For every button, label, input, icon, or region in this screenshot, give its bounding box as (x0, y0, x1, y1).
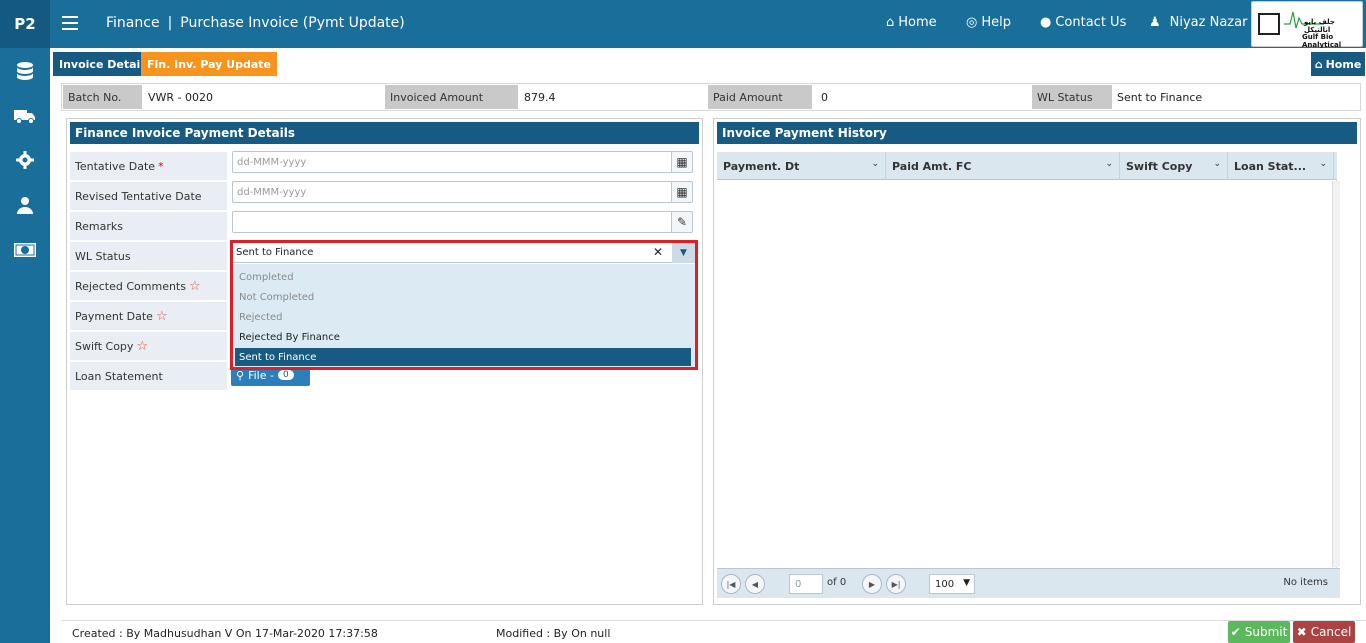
next-page-icon[interactable]: ▶ (862, 574, 882, 594)
created-info: Created : By Madhusudhan V On 17-Mar-202… (72, 627, 378, 640)
invoiced-amount-label: Invoiced Amount (385, 85, 518, 109)
dropdown-arrow-icon: ▼ (963, 578, 970, 588)
wl-status-value: Sent to Finance (1117, 90, 1203, 104)
file-count-badge: 0 (277, 370, 294, 380)
wl-status-combobox[interactable]: Sent to Finance (233, 243, 695, 263)
column-paid-amt-fc[interactable]: Paid Amt. FC ⌄ (886, 152, 1120, 180)
wl-status-field-label: WL Status (70, 242, 227, 270)
star-icon: ☆ (188, 278, 201, 294)
loan-statement-label: Loan Statement (70, 362, 227, 390)
gear-icon[interactable] (13, 149, 37, 171)
last-page-icon[interactable]: ▶| (886, 574, 906, 594)
check-icon: ✔ (1230, 625, 1241, 639)
paid-amount-label: Paid Amount (708, 85, 812, 109)
home-button[interactable]: ⌂ Home (1311, 52, 1365, 76)
batch-value: VWR - 0020 (148, 90, 214, 104)
history-grid-body (717, 180, 1337, 568)
nav-user[interactable]: ♟ Niyaz Nazar (1149, 15, 1247, 30)
column-swift-copy[interactable]: Swift Copy ⌄ (1120, 152, 1228, 180)
breadcrumb: Finance | Purchase Invoice (Pymt Update) (106, 15, 405, 31)
submit-button[interactable]: ✔ Submit (1228, 621, 1290, 643)
footer: Created : By Madhusudhan V On 17-Mar-202… (61, 620, 1366, 643)
logo-mark-icon (1258, 13, 1280, 35)
dropdown-arrow-icon[interactable]: ▼ (672, 243, 695, 263)
no-items-label: No items (1283, 577, 1328, 588)
paid-amount-value: 0 (821, 90, 828, 104)
wl-status-label: WL Status (1032, 85, 1112, 109)
remarks-label: Remarks (70, 212, 227, 240)
breadcrumb-page: Purchase Invoice (Pymt Update) (180, 15, 405, 31)
calendar-icon[interactable]: ▦ (671, 151, 693, 173)
payment-date-label: Payment Date ☆ (70, 302, 227, 330)
calendar-icon[interactable]: ▦ (671, 181, 693, 203)
tab-fin-inv-pay-update[interactable]: Fin. Inv. Pay Update (141, 52, 278, 76)
wl-status-dropdown: Sent to Finance ✕ ▼ Completed Not Comple… (230, 240, 698, 370)
chevron-down-icon[interactable]: ⌄ (871, 159, 879, 169)
revised-date-label: Revised Tentative Date (70, 182, 227, 210)
option-sent-to-finance[interactable]: Sent to Finance (235, 348, 691, 366)
option-rejected[interactable]: Rejected (235, 308, 691, 326)
batch-label: Batch No. (63, 85, 142, 109)
column-loan-stat[interactable]: Loan Stat... ⌄ (1228, 152, 1334, 180)
user-icon: ♟ (1149, 15, 1161, 30)
user-profile-icon[interactable] (13, 194, 37, 216)
star-icon: ☆ (136, 338, 149, 354)
option-not-completed[interactable]: Not Completed (235, 288, 691, 306)
invoiced-amount-value: 879.4 (524, 90, 556, 104)
required-mark: * (158, 159, 164, 173)
logo-arabic-text: جلف بايو انالتيكل (1304, 18, 1335, 34)
logo-english-text: Gulf Bio Analytical (1302, 33, 1342, 49)
summary-bar: Batch No. VWR - 0020 Invoiced Amount 879… (61, 83, 1361, 111)
clear-icon[interactable]: ✕ (653, 245, 663, 259)
rejected-comments-label: Rejected Comments ☆ (70, 272, 227, 300)
nav-help[interactable]: ◎ Help (966, 15, 1011, 30)
remarks-input[interactable] (232, 211, 673, 233)
lifebuoy-icon: ◎ (966, 15, 978, 30)
page-size-select[interactable]: 100 ▼ (929, 574, 975, 594)
first-page-icon[interactable]: |◀ (721, 574, 741, 594)
nav-home[interactable]: ⌂ Home (886, 15, 937, 30)
chevron-down-icon[interactable]: ⌄ (1319, 159, 1327, 169)
column-payment-dt[interactable]: Payment. Dt ⌄ (717, 152, 886, 180)
pencil-icon[interactable]: ✎ (671, 211, 693, 233)
payment-history-panel: Invoice Payment History Payment. Dt ⌄ Pai… (713, 118, 1361, 605)
breadcrumb-module[interactable]: Finance (106, 15, 160, 31)
money-icon[interactable] (13, 239, 37, 261)
chat-icon: ● (1040, 15, 1052, 30)
tentative-date-input[interactable]: dd-MMM-yyyy (232, 151, 673, 173)
tentative-date-label: Tentative Date * (70, 152, 227, 180)
nav-contact[interactable]: ● Contact Us (1040, 15, 1126, 30)
chevron-down-icon[interactable]: ⌄ (1213, 159, 1221, 169)
breadcrumb-separator: | (167, 15, 173, 31)
prev-page-icon[interactable]: ◀ (745, 574, 765, 594)
company-logo: جلف بايو انالتيكل Gulf Bio Analytical (1251, 1, 1363, 49)
main-content: Invoice Details Fin. Inv. Pay Update ⌂ Ho… (50, 48, 1366, 643)
hamburger-menu-icon[interactable] (62, 14, 78, 32)
payment-details-title: Finance Invoice Payment Details (70, 122, 699, 144)
payment-history-title: Invoice Payment History (717, 122, 1357, 144)
wl-status-options: Completed Not Completed Rejected Rejecte… (233, 264, 695, 367)
truck-icon[interactable] (13, 105, 37, 127)
home-icon: ⌂ (1314, 57, 1323, 71)
cancel-button[interactable]: ✖ Cancel (1293, 621, 1355, 643)
option-rejected-by-finance[interactable]: Rejected By Finance (235, 328, 691, 346)
close-icon: ✖ (1296, 625, 1307, 639)
grid-scrollbar[interactable] (1332, 181, 1340, 567)
revised-date-input[interactable]: dd-MMM-yyyy (232, 181, 673, 203)
chevron-down-icon[interactable]: ⌄ (1105, 159, 1113, 169)
page-of-label: of 0 (827, 577, 847, 588)
database-icon[interactable] (13, 60, 37, 82)
top-header: P2 Finance | Purchase Invoice (Pymt Update… (0, 0, 1366, 49)
home-icon: ⌂ (886, 15, 895, 30)
paperclip-icon: ⚲ (236, 368, 245, 382)
star-icon: ☆ (155, 308, 168, 324)
grid-pager: |◀ ◀ 0 of 0 ▶ ▶| 100 ▼ No items (717, 568, 1340, 598)
modified-info: Modified : By On null (496, 627, 611, 640)
history-grid-header: Payment. Dt ⌄ Paid Amt. FC ⌄ Swift Copy ⌄ L… (717, 152, 1337, 180)
sidebar (0, 48, 50, 643)
page-number-input[interactable]: 0 (789, 574, 823, 594)
option-completed[interactable]: Completed (235, 268, 691, 286)
swift-copy-label: Swift Copy ☆ (70, 332, 227, 360)
brand-logo[interactable]: P2 (0, 0, 50, 48)
